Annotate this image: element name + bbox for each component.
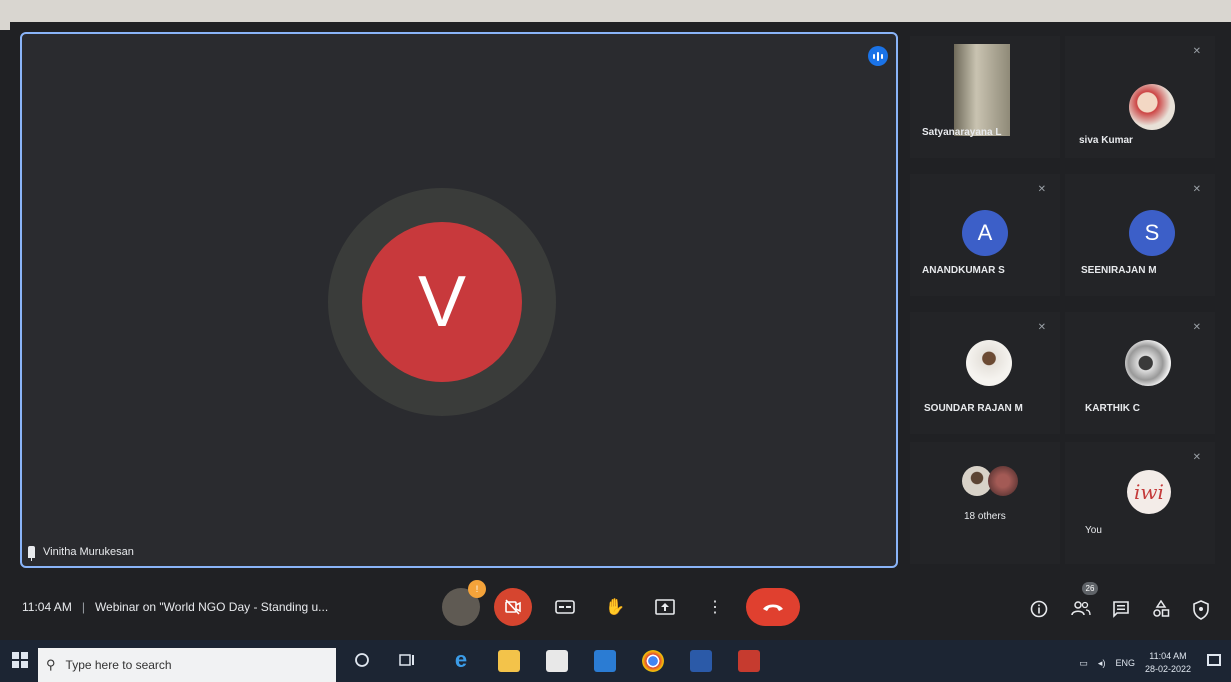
file-explorer-app-icon[interactable] — [498, 650, 520, 672]
main-speaker-name: Vinitha Murukesan — [28, 546, 134, 561]
mic-off-icon: ✕ — [1192, 322, 1201, 333]
participant-video — [954, 44, 1010, 136]
participant-name: You — [1085, 525, 1102, 536]
taskbar-search[interactable]: ⚲ Type here to search — [38, 648, 336, 682]
present-icon — [655, 599, 675, 615]
mic-off-icon: ✕ — [1192, 184, 1201, 195]
chat-button[interactable] — [1110, 600, 1132, 622]
chat-icon — [1113, 601, 1129, 618]
activities-icon — [1153, 599, 1170, 617]
cortana-icon — [355, 653, 369, 667]
participant-avatar — [988, 466, 1018, 496]
participant-tile[interactable]: Satyanarayana L — [910, 36, 1060, 158]
present-button[interactable] — [646, 588, 684, 626]
mic-warning-badge: ! — [468, 580, 486, 598]
chrome-app-icon[interactable] — [642, 650, 664, 672]
participant-avatar: iwi — [1127, 470, 1171, 514]
participant-name: ANANDKUMAR S — [922, 265, 1005, 276]
participant-name: SOUNDAR RAJAN M — [924, 403, 1023, 414]
shield-icon — [1193, 600, 1209, 620]
word-app-icon[interactable] — [690, 650, 712, 672]
mic-button[interactable]: ! — [442, 580, 486, 626]
meeting-info-button[interactable] — [1028, 600, 1050, 622]
end-call-icon — [763, 604, 783, 611]
raise-hand-icon: ✋ — [605, 599, 625, 616]
mic-off-icon: ✕ — [1192, 46, 1201, 57]
search-icon: ⚲ — [46, 657, 56, 672]
clock-time: 11:04 AM — [1149, 651, 1187, 661]
meeting-title: Webinar on "World NGO Day - Standing u..… — [94, 600, 329, 614]
task-view-icon — [399, 654, 414, 666]
main-speaker-avatar: V — [362, 222, 522, 382]
participant-name: Satyanarayana L — [922, 127, 1002, 138]
raise-hand-button[interactable]: ✋ — [596, 588, 634, 626]
pin-icon[interactable] — [28, 546, 35, 561]
people-icon — [1071, 601, 1091, 616]
main-speaker-name-label: Vinitha Murukesan — [43, 546, 134, 558]
participant-tile[interactable]: ✕ A ANANDKUMAR S — [910, 174, 1060, 296]
captions-button[interactable] — [546, 588, 584, 626]
meet-window: V Vinitha Murukesan Satyanarayana L ✕ si… — [10, 22, 1231, 634]
participant-avatar — [966, 340, 1012, 386]
participant-avatar: A — [962, 210, 1008, 256]
meeting-details: 11:04 AM | Webinar on "World NGO Day - S… — [22, 600, 328, 614]
participant-tile[interactable]: ✕ siva Kumar — [1065, 36, 1215, 158]
bottom-control-bar: 11:04 AM | Webinar on "World NGO Day - S… — [10, 578, 1231, 634]
network-icon[interactable]: ▭ — [1079, 658, 1088, 669]
participant-tile-others[interactable]: 18 others — [910, 442, 1060, 564]
system-tray: ▭ ◂) ENG 11:04 AM 28-02-2022 — [1079, 650, 1191, 676]
mic-off-icon: ✕ — [1037, 184, 1046, 195]
volume-icon[interactable]: ◂) — [1098, 658, 1106, 669]
cortana-button[interactable] — [352, 652, 372, 672]
mic-off-icon: ✕ — [1037, 322, 1046, 333]
host-controls-button[interactable] — [1190, 600, 1212, 622]
participant-name: 18 others — [964, 511, 1006, 522]
notification-icon[interactable] — [1207, 654, 1221, 666]
language-indicator[interactable]: ENG — [1115, 658, 1135, 668]
more-options-button[interactable]: ⋮ — [696, 588, 734, 626]
end-call-button[interactable] — [746, 588, 800, 626]
taskbar-clock[interactable]: 11:04 AM 28-02-2022 — [1145, 650, 1191, 676]
participant-name: siva Kumar — [1079, 135, 1133, 146]
clock-date: 28-02-2022 — [1144, 664, 1191, 674]
main-speaker-tile[interactable]: V Vinitha Murukesan — [20, 32, 898, 568]
search-placeholder: Type here to search — [65, 658, 172, 672]
windows-logo-icon — [12, 652, 19, 659]
participant-tile[interactable]: ✕ S SEENIRAJAN M — [1065, 174, 1215, 296]
camera-off-button[interactable] — [494, 588, 532, 626]
activities-button[interactable] — [1150, 599, 1172, 622]
acrobat-app-icon[interactable] — [738, 650, 760, 672]
separator: | — [81, 600, 85, 614]
participant-avatar — [1129, 84, 1175, 130]
participant-tile[interactable]: ✕ SOUNDAR RAJAN M — [910, 312, 1060, 434]
task-view-button[interactable] — [398, 652, 418, 672]
participant-name: SEENIRAJAN M — [1081, 265, 1157, 276]
participant-avatar — [1125, 340, 1171, 386]
people-count-badge: 26 — [1082, 582, 1098, 595]
camera-off-icon — [505, 599, 521, 615]
edge-app-icon[interactable]: e — [450, 649, 472, 672]
captions-icon — [555, 600, 575, 614]
info-icon — [1030, 600, 1048, 618]
start-button[interactable] — [12, 652, 28, 668]
meeting-time: 11:04 AM — [22, 600, 72, 614]
mail-app-icon[interactable] — [594, 650, 616, 672]
participant-tile[interactable]: ✕ KARTHIK C — [1065, 312, 1215, 434]
screen: V Vinitha Murukesan Satyanarayana L ✕ si… — [0, 0, 1231, 682]
windows-taskbar: ⚲ Type here to search e ▭ ◂) ENG 11:04 A… — [0, 640, 1231, 682]
speaking-indicator-icon — [868, 46, 888, 66]
participant-name: KARTHIK C — [1085, 403, 1140, 414]
participant-tile-self[interactable]: ✕ iwi You — [1065, 442, 1215, 564]
store-app-icon[interactable] — [546, 650, 568, 672]
more-vert-icon: ⋮ — [707, 599, 723, 616]
mic-off-icon: ✕ — [1192, 452, 1201, 463]
participant-avatar: S — [1129, 210, 1175, 256]
people-button[interactable] — [1070, 600, 1092, 622]
